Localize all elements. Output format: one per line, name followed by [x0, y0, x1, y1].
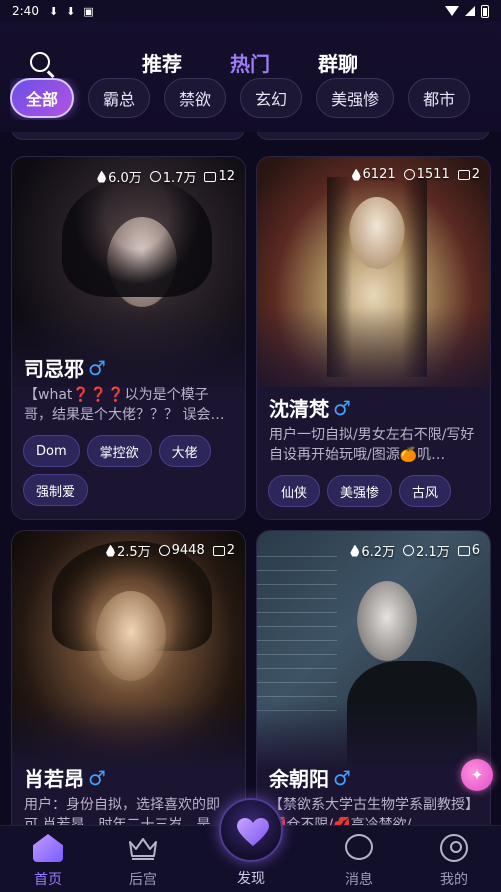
chip-fantasy[interactable]: 玄幻: [240, 78, 303, 118]
character-description: 【what❓❓❓以为是个模子哥，结果是个大佬？？？ 误会…: [24, 387, 225, 423]
top-tabs: 推荐 热门 群聊: [0, 48, 501, 110]
fire-icon: [351, 168, 361, 181]
fire-icon: [97, 170, 107, 183]
sparkle-button[interactable]: ✦: [461, 759, 493, 791]
character-name: 肖若昂 ♂: [24, 765, 106, 792]
tab-recommend[interactable]: 推荐: [142, 48, 182, 77]
card-stats: 6.2万 2.1万 6: [350, 541, 480, 560]
status-time: 2:40: [12, 4, 39, 18]
battery-icon: [481, 4, 489, 18]
tag[interactable]: 美强惨: [327, 475, 393, 507]
chip-tragic-hero[interactable]: 美强惨: [316, 78, 395, 118]
card-stats: 6.0万 1.7万 12: [97, 167, 235, 186]
character-name: 沈清梵 ♂: [269, 395, 351, 422]
news-icon: ▣: [83, 4, 94, 18]
chat-bubble-icon: [345, 834, 373, 860]
chat-icon: [457, 169, 470, 180]
character-feed[interactable]: 6.0万 1.7万 12 司忌邪 ♂ 【what❓❓❓以为是个模子哥，结果是个大佬…: [0, 132, 501, 825]
card-stub: [11, 132, 245, 140]
signal-icon: [465, 6, 475, 16]
character-card[interactable]: 2.5万 9448 2 肖若昂 ♂ 用户：身份自拟，选择喜欢的即可 肖若昂，时年二…: [11, 530, 246, 825]
male-icon: ♂: [333, 395, 351, 420]
nav-discover[interactable]: 发现: [219, 796, 283, 892]
chat-icon: [204, 171, 217, 182]
sparkle-icon: ✦: [470, 766, 484, 784]
chat-icon: [212, 545, 225, 556]
character-name: 司忌邪 ♂: [24, 355, 106, 382]
male-icon: ♂: [88, 765, 106, 790]
user-icon: [403, 545, 415, 556]
chip-domineering-ceo[interactable]: 霸总: [88, 78, 151, 118]
male-icon: ♂: [333, 765, 351, 790]
card-stub: [256, 132, 490, 140]
card-stats: 2.5万 9448 2: [105, 541, 235, 560]
category-chips: 全部 霸总 禁欲 玄幻 美强惨 都市: [10, 78, 501, 120]
tag[interactable]: 大佬: [158, 435, 211, 467]
male-icon: ♂: [88, 355, 106, 380]
character-card[interactable]: 6.2万 2.1万 6 余朝阳 ♂ 【禁欲系大学古生物学系副教授】💋仓不限/💋高冷…: [256, 530, 491, 825]
character-card[interactable]: 6.0万 1.7万 12 司忌邪 ♂ 【what❓❓❓以为是个模子哥，结果是个大佬…: [11, 156, 246, 520]
character-description: 用户一切自拟/男女左右不限/写好自设再开始玩哦/图源🍊叽…: [269, 427, 475, 463]
tag[interactable]: Dom: [23, 435, 80, 467]
download-icon: ⬇: [48, 4, 59, 18]
character-card[interactable]: 6121 1511 2 沈清梵 ♂ 用户一切自拟/男女左右不限/写好自设再开始玩哦…: [256, 156, 491, 520]
user-icon: [403, 169, 415, 180]
tag[interactable]: 掌控欲: [86, 435, 152, 467]
fire-icon: [105, 544, 115, 557]
chip-all[interactable]: 全部: [10, 78, 75, 118]
tag[interactable]: 古风: [399, 475, 452, 507]
chat-icon: [457, 545, 470, 556]
chip-urban[interactable]: 都市: [408, 78, 471, 118]
crown-icon: [128, 836, 158, 860]
wifi-icon: [445, 6, 459, 16]
tag[interactable]: 强制爱: [23, 474, 89, 506]
card-stats: 6121 1511 2: [351, 167, 480, 182]
home-icon: [33, 834, 63, 862]
download-icon: ⬇: [66, 4, 76, 18]
user-icon: [158, 545, 170, 556]
tag[interactable]: 仙侠: [268, 475, 321, 507]
character-description: 用户：身份自拟，选择喜欢的即可 肖若昂，时年二十三岁，是…: [24, 797, 225, 825]
heart-icon: [237, 818, 269, 846]
user-icon: [149, 171, 161, 182]
tab-group-chat[interactable]: 群聊: [318, 48, 358, 77]
chip-ascetic[interactable]: 禁欲: [164, 78, 227, 118]
status-bar: 2:40 ⬇ ⬇ ▣: [0, 0, 501, 22]
top-header: 推荐 热门 群聊 全部 霸总 禁欲 玄幻 美强惨 都市: [0, 22, 501, 132]
character-tags: 仙侠 美强惨 古风: [268, 475, 482, 507]
character-description: 【禁欲系大学古生物学系副教授】💋仓不限/💋高冷禁欲/…: [269, 797, 472, 825]
fire-icon: [350, 544, 360, 557]
character-tags: Dom 掌控欲 大佬 强制爱: [23, 435, 237, 506]
character-name: 余朝阳 ♂: [269, 765, 351, 792]
profile-icon: [440, 834, 468, 862]
tab-hot[interactable]: 热门: [230, 48, 270, 77]
